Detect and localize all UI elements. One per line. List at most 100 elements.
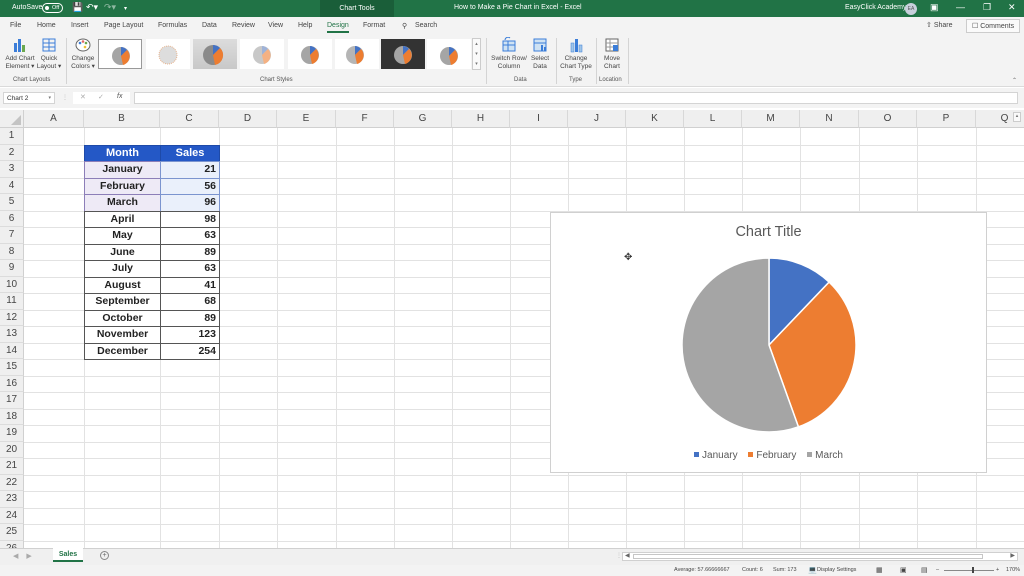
column-header-g[interactable]: G [394, 110, 452, 128]
column-header-f[interactable]: F [336, 110, 394, 128]
cell-sales[interactable]: 254 [160, 342, 220, 360]
column-header-i[interactable]: I [510, 110, 568, 128]
cell-sales[interactable]: 96 [160, 194, 220, 212]
cell-month[interactable]: June [84, 243, 161, 261]
chart-style-8[interactable] [427, 39, 471, 69]
chart-style-4[interactable] [240, 39, 284, 69]
row-header-25[interactable]: 25 [0, 524, 24, 541]
tab-view[interactable]: View [268, 22, 283, 29]
normal-view-icon[interactable]: ▦ [876, 566, 883, 574]
legend-item-february[interactable]: February [748, 450, 796, 461]
tab-file[interactable]: File [10, 22, 21, 29]
column-header-m[interactable]: M [742, 110, 800, 128]
gallery-more-icon[interactable]: ▾ [473, 59, 480, 69]
cell-month[interactable]: September [84, 293, 161, 311]
select-all-button[interactable] [0, 110, 24, 128]
column-header-e[interactable]: E [277, 110, 336, 128]
zoom-out-icon[interactable]: – [936, 567, 939, 573]
move-chart-button[interactable]: Move Chart [599, 37, 625, 71]
cell-sales[interactable]: 98 [160, 210, 220, 228]
row-header-6[interactable]: 6 [0, 210, 24, 227]
change-chart-type-button[interactable]: Change Chart Type [559, 37, 593, 71]
tab-format[interactable]: Format [363, 22, 385, 29]
chart-style-5[interactable] [288, 39, 332, 69]
vertical-scroll-up-icon[interactable]: ▴ [1013, 112, 1021, 122]
customize-quick-access-icon[interactable]: ▾ [124, 5, 127, 12]
avatar[interactable]: EA [905, 3, 917, 15]
column-header-l[interactable]: L [684, 110, 742, 128]
autosave-toggle[interactable]: Off [42, 3, 63, 13]
row-header-15[interactable]: 15 [0, 359, 24, 376]
cell-month[interactable]: August [84, 276, 161, 294]
row-header-7[interactable]: 7 [0, 227, 24, 244]
insert-function-icon[interactable]: fx [117, 93, 122, 100]
tab-page-layout[interactable]: Page Layout [104, 22, 143, 29]
sheet-tab-sales[interactable]: Sales [53, 548, 83, 562]
tab-formulas[interactable]: Formulas [158, 22, 187, 29]
legend-item-march[interactable]: March [807, 450, 843, 461]
cell-sales[interactable]: 41 [160, 276, 220, 294]
row-header-10[interactable]: 10 [0, 276, 24, 293]
collapse-ribbon-icon[interactable]: ⌃ [1012, 77, 1017, 84]
row-header-24[interactable]: 24 [0, 507, 24, 524]
ribbon-display-options-icon[interactable]: ▣ [930, 2, 939, 13]
cell-sales[interactable]: 63 [160, 227, 220, 245]
row-header-5[interactable]: 5 [0, 194, 24, 211]
row-header-17[interactable]: 17 [0, 392, 24, 409]
cell-sales[interactable]: 89 [160, 309, 220, 327]
comments-button[interactable]: ☐ Comments [966, 19, 1021, 33]
display-settings-button[interactable]: Display Settings [817, 567, 856, 573]
cell-month[interactable]: November [84, 326, 161, 344]
row-header-18[interactable]: 18 [0, 408, 24, 425]
cell-sales[interactable]: 56 [160, 177, 220, 195]
pie-chart[interactable]: Chart Title ✥ January February March [550, 212, 987, 473]
row-header-13[interactable]: 13 [0, 326, 24, 343]
row-header-2[interactable]: 2 [0, 144, 24, 161]
cell-sales[interactable]: 63 [160, 260, 220, 278]
zoom-slider-thumb[interactable] [972, 567, 974, 573]
cell-month[interactable]: January [84, 161, 161, 179]
enter-icon[interactable]: ✓ [98, 93, 104, 101]
header-cell-month[interactable]: Month [84, 144, 161, 162]
row-header-11[interactable]: 11 [0, 293, 24, 310]
name-box[interactable]: Chart 2 ▾ [3, 92, 55, 104]
select-data-button[interactable]: Select Data [529, 37, 551, 71]
column-header-a[interactable]: A [24, 110, 84, 128]
row-header-12[interactable]: 12 [0, 309, 24, 326]
gallery-up-icon[interactable]: ▴ [473, 39, 480, 49]
column-header-b[interactable]: B [84, 110, 160, 128]
save-icon[interactable]: 💾 [72, 2, 83, 13]
column-header-h[interactable]: H [452, 110, 510, 128]
row-header-20[interactable]: 20 [0, 441, 24, 458]
cell-sales[interactable]: 68 [160, 293, 220, 311]
share-button[interactable]: ⇧ Share [926, 21, 953, 29]
cell-month[interactable]: December [84, 342, 161, 360]
undo-icon[interactable]: ↶▾ [86, 2, 98, 13]
change-colors-button[interactable]: Change Colors ▾ [69, 37, 97, 71]
pie-plot-area[interactable] [551, 213, 988, 474]
name-box-dropdown-icon[interactable]: ▾ [48, 93, 51, 104]
row-header-23[interactable]: 23 [0, 491, 24, 508]
display-settings-icon[interactable]: 💻 [808, 566, 817, 574]
formula-input[interactable] [134, 92, 1018, 104]
row-header-26[interactable]: 26 [0, 540, 24, 548]
user-name[interactable]: EasyClick Academy [845, 4, 906, 11]
minimize-icon[interactable]: — [956, 2, 965, 12]
quick-layout-button[interactable]: Quick Layout ▾ [36, 37, 62, 71]
chart-style-6[interactable] [335, 39, 379, 69]
search-box[interactable]: Search [415, 22, 437, 29]
horizontal-scroll-thumb[interactable] [633, 554, 983, 559]
cell-month[interactable]: May [84, 227, 161, 245]
row-header-9[interactable]: 9 [0, 260, 24, 277]
cell-month[interactable]: October [84, 309, 161, 327]
close-icon[interactable]: ✕ [1008, 2, 1016, 13]
row-header-22[interactable]: 22 [0, 474, 24, 491]
restore-icon[interactable]: ❐ [983, 2, 991, 13]
chart-legend[interactable]: January February March [551, 450, 986, 461]
horizontal-scrollbar[interactable]: ◀ ▶ [622, 552, 1018, 561]
zoom-slider[interactable] [944, 570, 994, 571]
column-header-d[interactable]: D [219, 110, 277, 128]
column-header-n[interactable]: N [800, 110, 859, 128]
switch-row-column-button[interactable]: Switch Row/ Column [489, 37, 529, 71]
row-header-19[interactable]: 19 [0, 425, 24, 442]
